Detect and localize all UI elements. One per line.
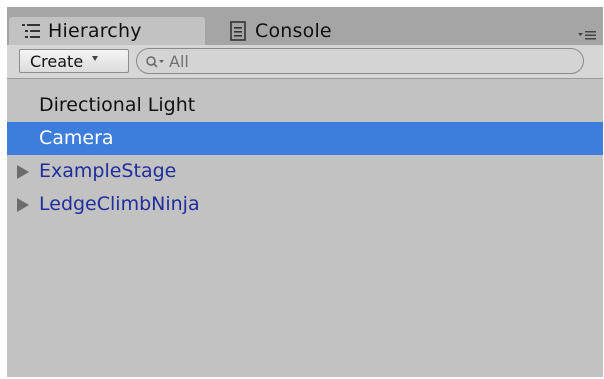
chevron-down-icon (92, 55, 99, 61)
tree-item-examplestage[interactable]: ExampleStage (7, 155, 603, 188)
create-dropdown-button[interactable]: Create (19, 49, 129, 73)
tab-strip: Hierarchy Console (7, 7, 603, 45)
tab-console-label: Console (255, 20, 332, 42)
tree-item-label: LedgeClimbNinja (39, 193, 200, 215)
create-button-label: Create (30, 51, 84, 71)
tree-item-directional-light[interactable]: Directional Light (7, 89, 603, 122)
search-icon[interactable] (145, 54, 167, 68)
tree-item-label: Camera (39, 127, 114, 149)
search-field[interactable] (136, 48, 584, 74)
tab-console[interactable]: Console (221, 17, 381, 45)
hierarchy-toolbar: Create (7, 45, 603, 79)
hierarchy-panel: Hierarchy Console Create All Directional… (7, 7, 603, 377)
tree-item-label: Directional Light (39, 94, 196, 116)
list-icon (20, 20, 42, 42)
tree-item-camera[interactable]: Camera (7, 122, 603, 155)
panel-menu-icon[interactable] (577, 27, 597, 41)
tree-item-label: ExampleStage (39, 160, 177, 182)
search-input[interactable] (169, 51, 549, 71)
tree-item-ledgeclimbninja[interactable]: LedgeClimbNinja (7, 188, 603, 221)
tab-hierarchy-label: Hierarchy (48, 20, 142, 42)
console-icon (227, 20, 249, 42)
tab-hierarchy[interactable]: Hierarchy (9, 17, 205, 45)
hierarchy-tree: Directional Light Camera ExampleStage Le… (7, 89, 603, 221)
foldout-arrow-icon[interactable] (17, 165, 29, 179)
foldout-arrow-icon[interactable] (17, 198, 29, 212)
